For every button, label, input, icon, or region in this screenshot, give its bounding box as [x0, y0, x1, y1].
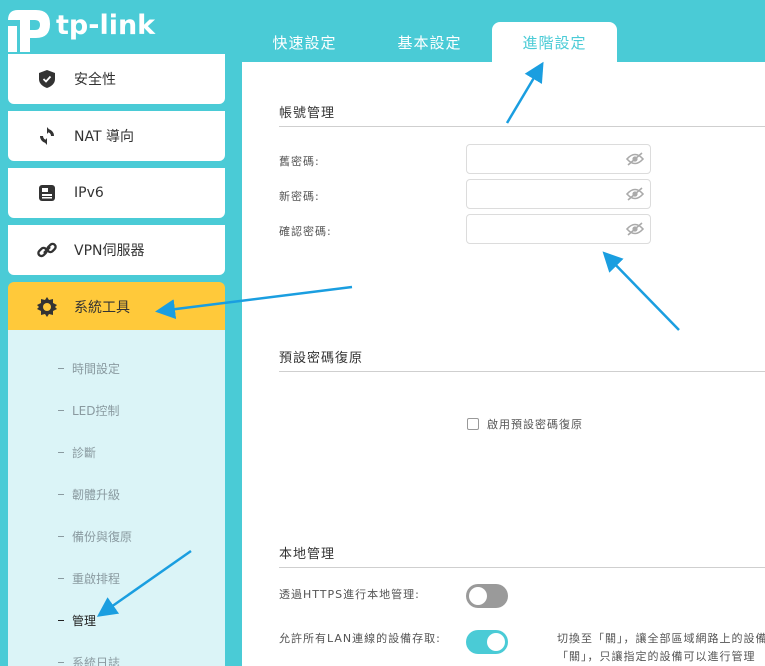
- tab-quick-setup[interactable]: 快速設定: [242, 22, 367, 62]
- gear-icon: [36, 296, 58, 318]
- https-management-toggle[interactable]: [466, 584, 508, 608]
- brand-name: tp-link: [56, 9, 156, 41]
- new-password-label: 新密碼:: [279, 190, 320, 203]
- bullet-dash: [58, 452, 64, 453]
- hide-password-icon[interactable]: [626, 187, 644, 201]
- document-icon: [36, 182, 58, 204]
- submenu-item-time-settings[interactable]: 時間設定: [58, 360, 120, 377]
- bullet-dash: [58, 494, 64, 495]
- bullet-dash: [58, 410, 64, 411]
- submenu-item-label: 備份與復原: [72, 530, 133, 544]
- submenu-item-firmware-upgrade[interactable]: 韌體升級: [58, 486, 120, 503]
- main-tabs: 快速設定 基本設定 進階設定: [242, 22, 617, 62]
- sidebar-item-vpn-server[interactable]: VPN伺服器: [8, 225, 225, 275]
- enable-recovery-label: 啟用預設密碼復原: [487, 418, 583, 431]
- submenu-item-label: 重啟排程: [72, 572, 121, 586]
- sidebar-item-label: 安全性: [74, 72, 116, 88]
- local-management-title: 本地管理: [279, 547, 336, 562]
- toggle-knob: [469, 587, 487, 605]
- bullet-dash: [58, 578, 64, 579]
- bullet-dash: [58, 662, 64, 663]
- old-password-input[interactable]: [475, 145, 625, 173]
- hide-password-icon[interactable]: [626, 222, 644, 236]
- sidebar-item-nat-forwarding[interactable]: NAT 導向: [8, 111, 225, 161]
- sidebar-item-system-tools[interactable]: 系統工具: [8, 282, 225, 332]
- lan-access-note-line2: 「關」，只讓指定的設備可以進行管理: [557, 650, 756, 663]
- submenu-item-label: 系統日誌: [72, 656, 121, 666]
- system-tools-submenu: 時間設定 LED控制 診斷 韌體升級 備份與復原 重啟排程 管理 系統日誌: [8, 330, 225, 666]
- section-divider: [279, 371, 765, 372]
- tp-link-logo[interactable]: tp-link: [6, 6, 155, 54]
- sidebar-item-label: NAT 導向: [74, 129, 134, 145]
- top-header: tp-link 快速設定 基本設定 進階設定: [0, 0, 765, 62]
- tp-link-logo-mark: [8, 10, 50, 52]
- confirm-password-label: 確認密碼:: [279, 225, 332, 238]
- sidebar-item-security[interactable]: 安全性: [8, 54, 225, 104]
- sidebar-item-label: VPN伺服器: [74, 243, 145, 259]
- submenu-item-label: 管理: [72, 614, 97, 628]
- lan-access-note-line1: 切換至「關」，讓全部區域網路上的設備: [557, 632, 765, 645]
- section-divider: [279, 567, 765, 568]
- section-divider: [279, 126, 765, 127]
- account-management-title: 帳號管理: [279, 106, 336, 121]
- sidebar-item-ipv6[interactable]: IPv6: [8, 168, 225, 218]
- old-password-field[interactable]: [466, 144, 651, 174]
- https-management-label: 透過HTTPS進行本地管理:: [279, 588, 420, 601]
- confirm-password-input[interactable]: [475, 215, 625, 243]
- new-password-field[interactable]: [466, 179, 651, 209]
- password-recovery-title: 預設密碼復原: [279, 351, 364, 366]
- submenu-item-diagnostics[interactable]: 診斷: [58, 444, 96, 461]
- submenu-item-label: 韌體升級: [72, 488, 121, 502]
- toggle-knob: [487, 633, 505, 651]
- hide-password-icon[interactable]: [626, 152, 644, 166]
- bullet-dash: [58, 620, 64, 621]
- old-password-label: 舊密碼:: [279, 155, 320, 168]
- link-icon: [36, 239, 58, 261]
- enable-recovery-row: 啟用預設密碼復原: [467, 416, 583, 432]
- bullet-dash: [58, 536, 64, 537]
- submenu-item-reboot-schedule[interactable]: 重啟排程: [58, 570, 120, 587]
- lan-access-label: 允許所有LAN連線的設備存取:: [279, 632, 441, 645]
- sidebar-item-label: IPv6: [74, 185, 104, 201]
- submenu-item-led-control[interactable]: LED控制: [58, 402, 120, 419]
- main-content: 帳號管理 舊密碼: 新密碼: 確認密碼: 預設密碼復原 啟用預設密碼復原 本地管…: [242, 62, 765, 666]
- tab-basic-settings[interactable]: 基本設定: [367, 22, 492, 62]
- shield-icon: [36, 68, 58, 90]
- new-password-input[interactable]: [475, 180, 625, 208]
- sidebar-item-label: 系統工具: [74, 300, 130, 316]
- enable-recovery-checkbox[interactable]: [467, 418, 479, 430]
- submenu-item-backup-restore[interactable]: 備份與復原: [58, 528, 132, 545]
- bullet-dash: [58, 368, 64, 369]
- refresh-icon: [36, 125, 58, 147]
- submenu-item-label: 時間設定: [72, 362, 121, 376]
- submenu-item-label: 診斷: [72, 446, 97, 460]
- submenu-item-label: LED控制: [72, 404, 120, 418]
- sidebar: 安全性 NAT 導向 IPv6 VPN伺服器 系統工具 時間設定 LED控制 診…: [0, 54, 242, 666]
- confirm-password-field[interactable]: [466, 214, 651, 244]
- lan-access-toggle[interactable]: [466, 630, 508, 654]
- submenu-item-administration[interactable]: 管理: [58, 612, 96, 629]
- tab-advanced-settings[interactable]: 進階設定: [492, 22, 617, 62]
- submenu-item-system-log[interactable]: 系統日誌: [58, 654, 120, 666]
